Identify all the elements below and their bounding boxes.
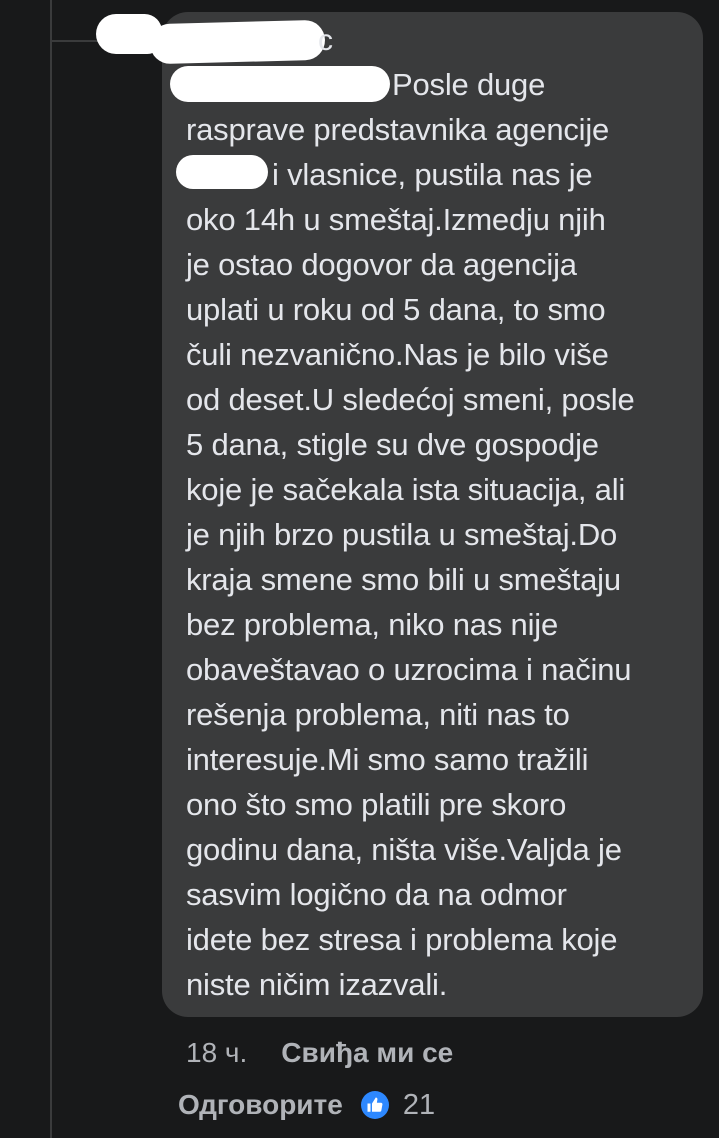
comment-line: Posle duge [392,67,546,102]
like-button[interactable]: Свиђа ми се [281,1037,453,1069]
comment-line: 5 dana, stigle su dve gospodje [186,427,599,462]
comment-text: Posle duge rasprave predstavnika agencij… [186,62,691,1007]
comment-line: i vlasnice, pustila nas je [272,157,593,192]
comment-line: ono što smo platili pre skoro [186,787,567,822]
comment-line: idete bez stresa i problema koje [186,922,618,957]
comment-line: niste ničim izazvali. [186,967,448,1002]
thumbs-up-icon [360,1091,389,1119]
comment-line: je ostao dogovor da agencija [186,247,577,282]
author-name-suffix: c [318,24,333,57]
comment-line: sasvim logično da na odmor [186,877,567,912]
comment-line: od deset.U sledećoj smeni, posle [186,382,635,417]
comment-thread: c Posle duge rasprave predstavnika agenc… [0,0,719,1138]
comment-line: uplati u roku od 5 dana, to smo [186,292,606,327]
comment-line: koje je sačekala ista situacija, ali [186,472,626,507]
comment-timestamp[interactable]: 18 ч. [186,1037,247,1069]
comment-line: interesuje.Mi smo samo tražili [186,742,589,777]
reply-button[interactable]: Одговорите [178,1089,343,1121]
comment-line: godinu dana, ništa više.Valjda je [186,832,622,867]
thread-line [50,0,52,1138]
comment-actions-row: Одговорите 21 [178,1086,435,1124]
comment-line: rasprave predstavnika agencije [186,112,610,147]
reaction-summary[interactable]: 21 [360,1088,436,1122]
comment-meta-row: 18 ч. Свиђа ми се [186,1034,453,1072]
author-name-redacted[interactable] [149,19,326,65]
comment-line: je njih brzo pustila u smeštaj.Do [186,517,618,552]
comment-line: obaveštavao o uzrocima i načinu [186,652,632,687]
comment-line: čuli nezvanično.Nas je bilo više [186,337,609,372]
comment-line: bez problema, niko nas nije [186,607,558,642]
reaction-count: 21 [402,1088,436,1121]
comment-line: rešenja problema, niti nas to [186,697,570,732]
comment-line: kraja smene smo bili u smeštaju [186,562,621,597]
comment-line: oko 14h u smeštaj.Izmedju njih [186,202,606,237]
thread-branch [52,40,100,42]
